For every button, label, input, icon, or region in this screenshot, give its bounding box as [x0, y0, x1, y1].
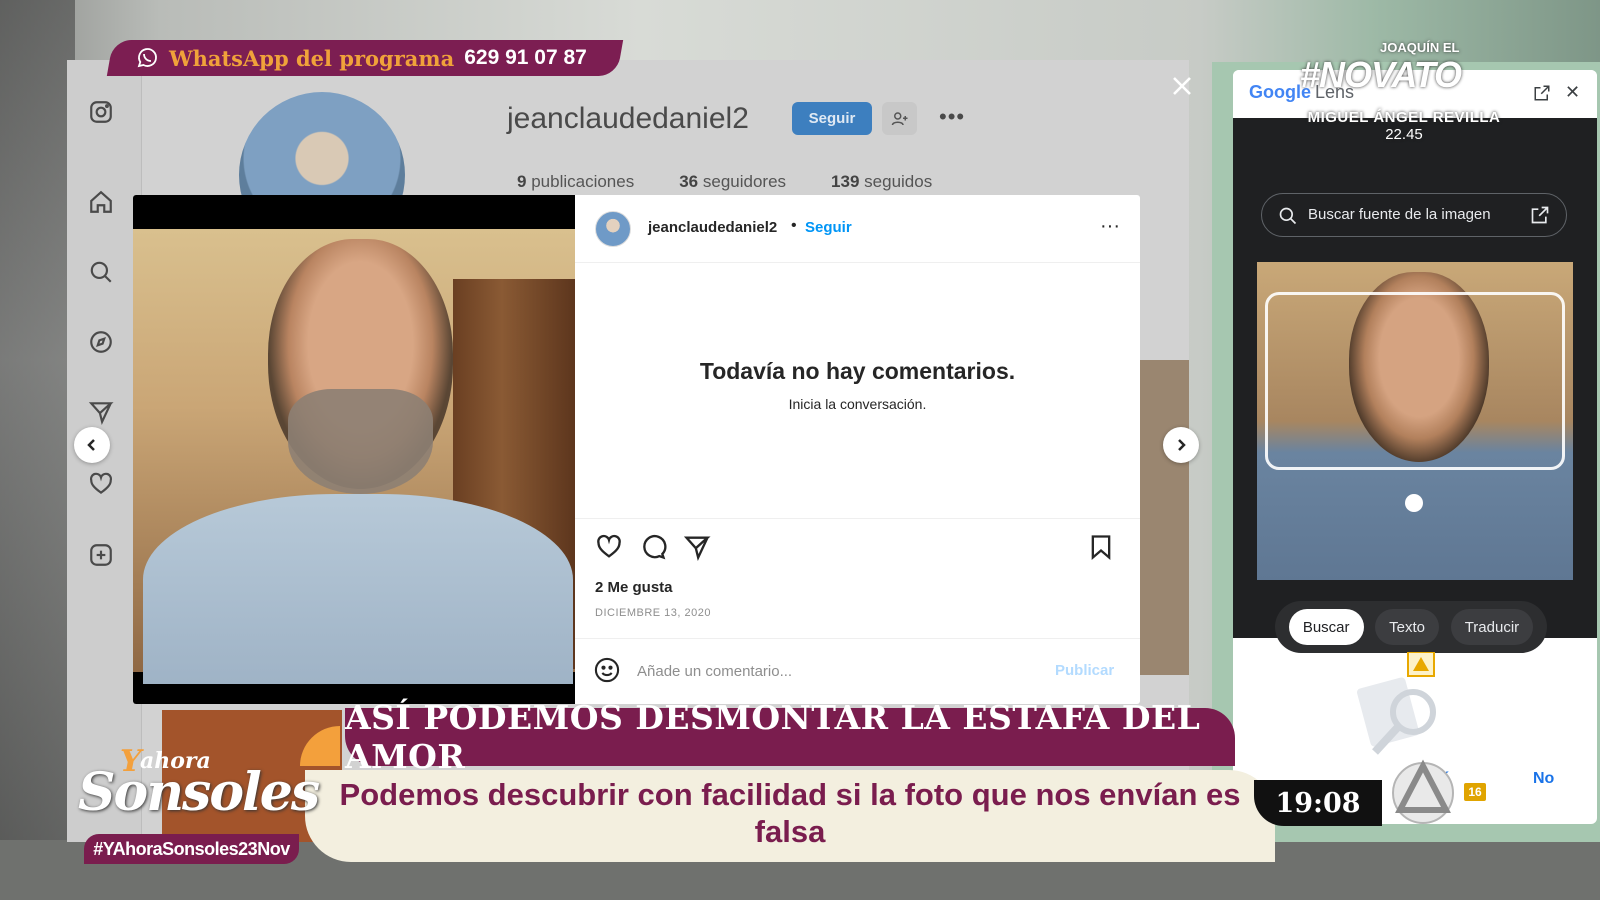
- lens-focus-dot[interactable]: [1405, 494, 1423, 512]
- previous-post-button[interactable]: [74, 427, 110, 463]
- likes-count[interactable]: 2 Me gusta: [595, 579, 673, 596]
- studio-background-left: [0, 0, 75, 900]
- find-image-source-button[interactable]: Buscar fuente de la imagen: [1261, 193, 1567, 237]
- next-post-button[interactable]: [1163, 427, 1199, 463]
- empty-comments-title: Todavía no hay comentarios.: [699, 358, 1016, 384]
- image-search-icon: [1278, 206, 1298, 226]
- post-follow-link[interactable]: Seguir: [805, 219, 852, 236]
- suggest-user-button[interactable]: [882, 102, 917, 135]
- on-air-clock: 19:08: [1275, 787, 1361, 819]
- close-icon[interactable]: [1170, 74, 1194, 98]
- feedback-no-button[interactable]: No: [1533, 770, 1554, 788]
- google-lens-panel: Google Lens ✕ Buscar fuente de la imagen …: [1233, 70, 1597, 824]
- explore-icon[interactable]: [87, 328, 115, 356]
- followers-count-stat[interactable]: 36 seguidores: [679, 172, 786, 192]
- comment-bubble-icon[interactable]: [639, 533, 669, 563]
- comment-input[interactable]: [637, 655, 1037, 687]
- post-date: DICIEMBRE 13, 2020: [595, 607, 711, 619]
- chevron-right-icon: [1178, 439, 1186, 451]
- following-count-stat[interactable]: 139 seguidos: [831, 172, 932, 192]
- warning-illustration-icon: [1353, 651, 1453, 772]
- share-paper-plane-icon[interactable]: [683, 533, 713, 563]
- chevron-left-icon: [87, 439, 95, 451]
- post-actions: 2 Me gusta DICIEMBRE 13, 2020: [575, 518, 1140, 638]
- whatsapp-icon: [137, 48, 157, 68]
- photo-scene: [133, 229, 575, 684]
- close-lens-icon[interactable]: ✕: [1565, 82, 1580, 103]
- save-bookmark-icon[interactable]: [1087, 533, 1117, 563]
- open-new-tab-icon[interactable]: [1533, 84, 1551, 102]
- profile-username: jeanclaudedaniel2: [507, 102, 749, 135]
- whatsapp-banner-content: WhatsApp del programa 629 91 07 87: [135, 40, 587, 76]
- publish-comment-button[interactable]: Publicar: [1055, 662, 1114, 679]
- lens-selected-image[interactable]: [1257, 262, 1573, 580]
- post-modal: jeanclaudedaniel2 • Seguir ··· Todavía n…: [133, 195, 1140, 704]
- create-post-icon[interactable]: [87, 541, 115, 569]
- whatsapp-number: 629 91 07 87: [464, 46, 587, 69]
- guest-name: MIGUEL ÁNGEL REVILLA: [1307, 109, 1501, 126]
- upcoming-guest: MIGUEL ÁNGEL REVILLA 22.45: [1298, 109, 1510, 143]
- photo-beard: [288, 389, 433, 494]
- post-author-avatar[interactable]: [595, 211, 631, 247]
- post-options-icon[interactable]: ···: [1100, 215, 1120, 238]
- promo-pretitle: JOAQUÍN EL: [1380, 40, 1460, 55]
- lens-results-area: Buscar fuente de la imagen Buscar Texto …: [1233, 118, 1597, 653]
- photo-shirt: [143, 494, 573, 684]
- empty-comments-subtitle: Inicia la conversación.: [788, 396, 927, 412]
- age-rating-badge: 16: [1464, 783, 1486, 801]
- whatsapp-label: WhatsApp del programa: [169, 45, 455, 71]
- lens-tab-translate[interactable]: Traducir: [1450, 609, 1534, 645]
- like-heart-icon[interactable]: [595, 533, 625, 563]
- lens-crop-frame[interactable]: [1265, 292, 1565, 470]
- hashtag: #YAhoraSonsoles23Nov: [93, 838, 290, 859]
- post-header: jeanclaudedaniel2 • Seguir ···: [575, 195, 1140, 263]
- notifications-heart-icon[interactable]: [87, 470, 115, 498]
- post-author-username[interactable]: jeanclaudedaniel2: [648, 219, 777, 236]
- profile-options-icon[interactable]: •••: [939, 104, 965, 130]
- search-icon[interactable]: [87, 258, 115, 286]
- lens-tab-text[interactable]: Texto: [1375, 609, 1440, 645]
- channel-logo-icon: [1388, 758, 1458, 828]
- direct-messages-icon[interactable]: [87, 398, 115, 426]
- add-user-icon: [891, 111, 907, 125]
- guest-time: 22.45: [1385, 126, 1423, 143]
- home-icon[interactable]: [87, 188, 115, 216]
- emoji-icon[interactable]: [593, 656, 623, 686]
- post-photo: [133, 195, 575, 704]
- separator-dot: •: [791, 217, 797, 234]
- instagram-logo-icon[interactable]: [87, 98, 115, 126]
- promo-title: #NOVATO: [1300, 54, 1462, 95]
- post-details-panel: jeanclaudedaniel2 • Seguir ··· Todavía n…: [575, 195, 1140, 704]
- comment-composer: Publicar: [575, 638, 1140, 704]
- lens-tab-search[interactable]: Buscar: [1288, 609, 1364, 645]
- profile-stats: 9 publicaciones 36 seguidores 139 seguid…: [517, 172, 932, 192]
- lens-mode-tabs: Buscar Texto Traducir: [1275, 601, 1547, 653]
- headline: ASÍ PODEMOS DESMONTAR LA ESTAFA DEL AMOR: [345, 698, 1201, 776]
- find-image-source-label: Buscar fuente de la imagen: [1308, 206, 1491, 223]
- show-logo: Y ahora Sonsoles: [78, 744, 320, 823]
- posts-count-stat: 9 publicaciones: [517, 172, 635, 191]
- subline: Podemos descubrir con facilidad si la fo…: [339, 777, 1241, 849]
- profile-follow-button[interactable]: Seguir: [792, 102, 872, 135]
- external-link-icon: [1530, 205, 1550, 225]
